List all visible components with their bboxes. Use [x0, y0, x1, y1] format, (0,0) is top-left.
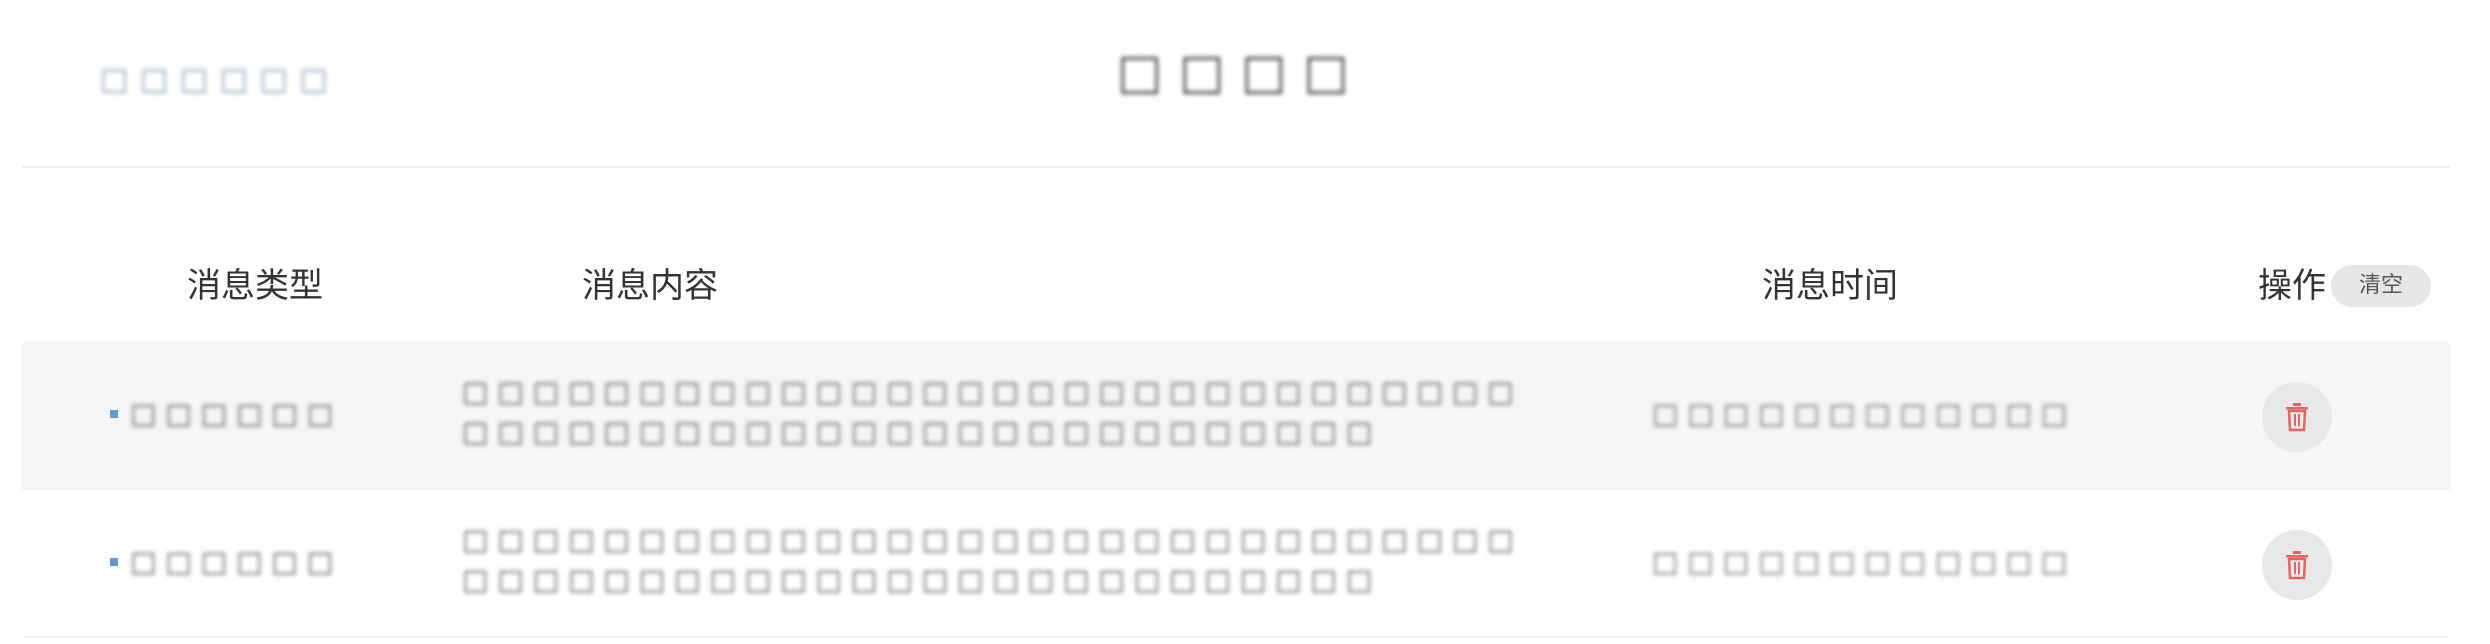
trash-icon [2286, 403, 2308, 432]
message-content-cell: □ □ □ □ □ □ □ □ □ □ □ □ □ □ □ □ □ □ □ □ … [462, 523, 1514, 596]
column-header-time: 消息时间 [1762, 266, 1898, 306]
message-time-cell: □ □ □ □ □ □ □ □ □ □ □ □ [1652, 545, 2068, 578]
message-type-cell: □ □ □ □ □ □ [130, 545, 334, 578]
message-content-cell: □ □ □ □ □ □ □ □ □ □ □ □ □ □ □ □ □ □ □ □ … [462, 375, 1514, 448]
header-left-link[interactable]: □ □ □ □ □ □ [100, 58, 329, 102]
table-row: □ □ □ □ □ □ □ □ □ □ □ □ □ □ □ □ □ □ □ □ … [22, 490, 2450, 638]
message-type-cell: □ □ □ □ □ □ [130, 397, 334, 430]
table-row: □ □ □ □ □ □ □ □ □ □ □ □ □ □ □ □ □ □ □ □ … [22, 342, 2450, 490]
bullet-icon [110, 410, 118, 418]
delete-button[interactable] [2262, 382, 2332, 452]
message-center-page: □ □ □ □ □ □ □ □ □ □ 消息类型 消息内容 消息时间 操作 清空… [0, 0, 2490, 644]
column-header-content: 消息内容 [582, 266, 718, 306]
page-title: □ □ □ □ [1117, 44, 1349, 100]
message-time-cell: □ □ □ □ □ □ □ □ □ □ □ □ [1652, 397, 2068, 430]
bullet-icon [110, 558, 118, 566]
column-header-action: 操作 [2258, 266, 2326, 306]
page-header: □ □ □ □ □ □ □ □ □ □ [22, 0, 2450, 168]
clear-all-button[interactable]: 清空 [2331, 265, 2431, 307]
trash-icon [2286, 551, 2308, 580]
delete-button[interactable] [2262, 530, 2332, 600]
column-header-type: 消息类型 [187, 266, 323, 306]
table-header: 消息类型 消息内容 消息时间 操作 清空 [22, 238, 2450, 334]
